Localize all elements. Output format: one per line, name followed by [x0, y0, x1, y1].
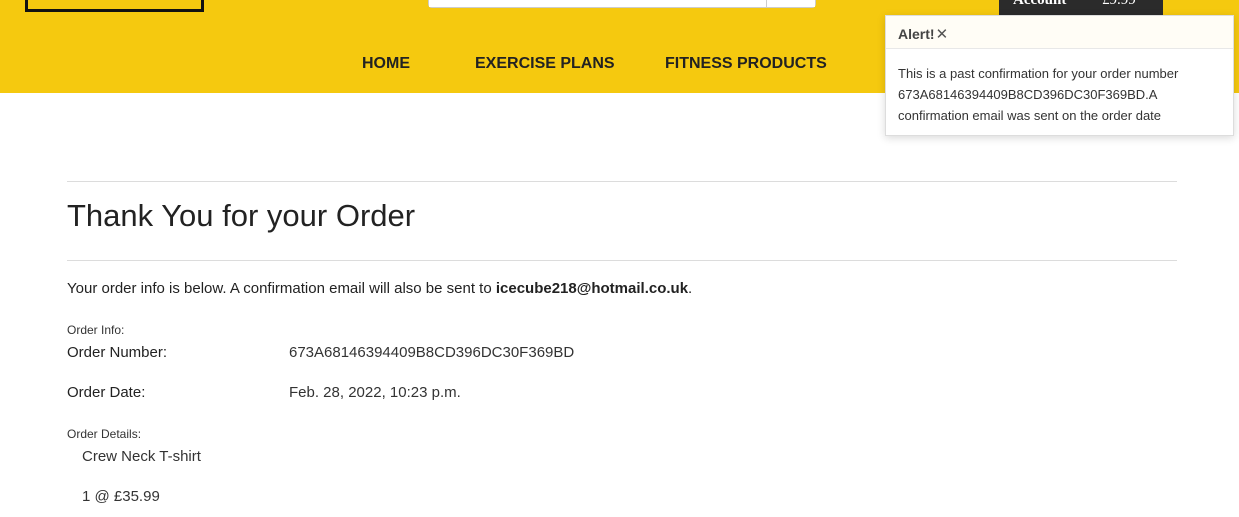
- divider-bottom: [67, 260, 1177, 261]
- nav-home[interactable]: HOME: [362, 55, 410, 73]
- page-title: Thank You for your Order: [67, 198, 416, 233]
- order-number-value: 673A68146394409B8CD396DC30F369BD: [289, 344, 575, 361]
- intro-suffix: .: [688, 280, 693, 297]
- order-date-label: Order Date:: [67, 384, 146, 401]
- alert-toast: Alert!✕ This is a past confirmation for …: [885, 15, 1234, 136]
- order-item-name: Crew Neck T-shirt: [82, 448, 201, 465]
- alert-message: This is a past confirmation for your ord…: [898, 66, 1179, 123]
- order-number-label: Order Number:: [67, 344, 168, 361]
- alert-header: Alert!✕: [886, 16, 1233, 49]
- divider-top: [67, 181, 1177, 182]
- site-logo[interactable]: [25, 0, 204, 12]
- order-info-label: Order Info:: [67, 323, 125, 337]
- alert-title: Alert!: [898, 26, 935, 42]
- search-button[interactable]: [768, 0, 815, 7]
- nav-fitness-products[interactable]: FITNESS PRODUCTS: [665, 55, 827, 73]
- order-details-label: Order Details:: [67, 427, 142, 441]
- search-input[interactable]: [429, 0, 767, 7]
- account-basket-bar[interactable]: Account £9.99: [999, 0, 1163, 16]
- close-icon[interactable]: ✕: [936, 26, 949, 43]
- customer-email: icecube218@hotmail.co.uk: [495, 280, 689, 297]
- intro-text: Your order info is below. A confirmation…: [67, 280, 496, 297]
- account-label[interactable]: Account: [1013, 0, 1066, 9]
- search-bar: [428, 0, 816, 8]
- nav-exercise-plans[interactable]: EXERCISE PLANS: [475, 55, 615, 73]
- basket-total[interactable]: £9.99: [1102, 0, 1136, 9]
- order-date-value: Feb. 28, 2022, 10:23 p.m.: [289, 384, 461, 401]
- order-info-intro: Your order info is below. A confirmation…: [67, 280, 692, 297]
- order-item-qty-price: 1 @ £35.99: [82, 488, 160, 505]
